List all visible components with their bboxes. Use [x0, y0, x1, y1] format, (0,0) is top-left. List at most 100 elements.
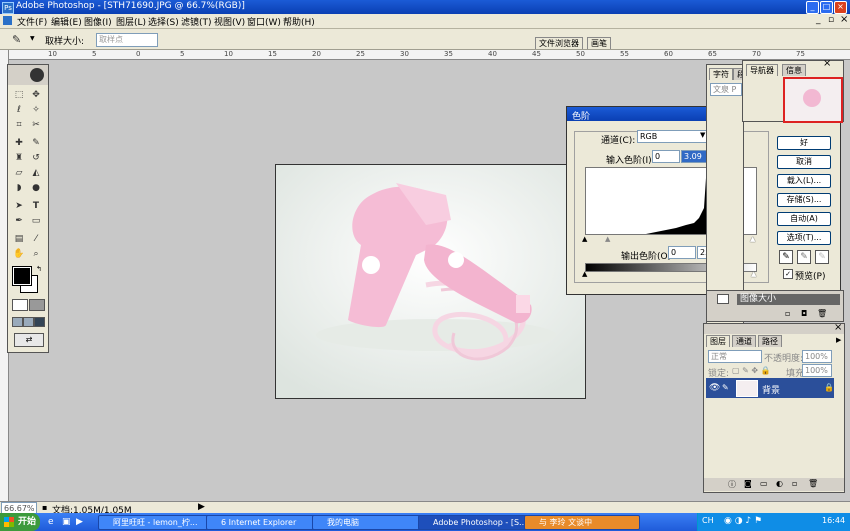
- slice-tool-icon[interactable]: ✂: [30, 119, 42, 131]
- gray-eyedropper-icon[interactable]: ✎: [797, 250, 811, 264]
- menu-filter[interactable]: 滤镜(T): [181, 15, 212, 28]
- gamma-slider[interactable]: ▲: [605, 235, 610, 243]
- channel-dropdown-icon[interactable]: ▼: [700, 131, 705, 139]
- magic-wand-tool-icon[interactable]: ✧: [30, 104, 42, 116]
- zoom-tool-icon[interactable]: ⌕: [30, 248, 42, 260]
- eyedropper-tool-icon[interactable]: ⁄: [30, 233, 42, 245]
- eraser-tool-icon[interactable]: ▱: [13, 167, 25, 179]
- standard-mode-icon[interactable]: [12, 299, 28, 311]
- notes-tool-icon[interactable]: ▤: [13, 233, 25, 245]
- menu-layer[interactable]: 图层(L): [116, 15, 146, 28]
- auto-button[interactable]: 自动(A): [777, 212, 831, 226]
- eyedropper-tool-preset-icon[interactable]: ✎: [12, 33, 21, 46]
- tab-channels[interactable]: 通道: [732, 335, 756, 347]
- close-button[interactable]: ×: [834, 1, 847, 14]
- history-brush-tool-icon[interactable]: ↺: [30, 152, 42, 164]
- task-internet-explorer[interactable]: 6 Internet Explorer: [206, 515, 322, 530]
- black-point-slider[interactable]: ▲: [582, 235, 587, 243]
- type-tool-icon[interactable]: T: [30, 200, 42, 212]
- task-chat[interactable]: 与 李玲 文谈中: [524, 515, 640, 530]
- jump-to-imageready-icon[interactable]: ⇄: [14, 333, 44, 347]
- blur-tool-icon[interactable]: ◗: [13, 182, 25, 194]
- pen-tool-icon[interactable]: ✒: [13, 215, 25, 227]
- navigator-close-icon[interactable]: ×: [823, 58, 831, 69]
- options-button[interactable]: 选项(T)...: [777, 231, 831, 245]
- tab-file-browser[interactable]: 文件浏览器: [535, 37, 583, 49]
- move-tool-icon[interactable]: ✥: [30, 89, 42, 101]
- white-eyedropper-icon[interactable]: ✎: [815, 250, 829, 264]
- menu-file[interactable]: 文件(F): [17, 15, 47, 28]
- brush-link-icon[interactable]: ✎: [722, 383, 729, 392]
- fill-field[interactable]: 100%: [802, 364, 832, 377]
- doc-minimize-button[interactable]: _: [816, 15, 821, 25]
- eye-icon[interactable]: 👁: [709, 383, 720, 393]
- tab-info[interactable]: 信息: [782, 64, 806, 76]
- paint-bucket-tool-icon[interactable]: ◭: [30, 167, 42, 179]
- crop-tool-icon[interactable]: ⌗: [13, 119, 25, 131]
- screen-mode-full-menu-icon[interactable]: [23, 317, 34, 327]
- sample-size-select[interactable]: 取样点: [96, 33, 158, 47]
- clone-stamp-tool-icon[interactable]: ♜: [13, 152, 25, 164]
- layer-mask-icon[interactable]: ◙: [744, 479, 752, 488]
- maximize-button[interactable]: □: [820, 1, 833, 14]
- menu-image[interactable]: 图像(I): [84, 15, 112, 28]
- tray-icons[interactable]: ◉ ◑ ♪ ⚑: [724, 516, 762, 526]
- history-delete-icon[interactable]: 🗑: [817, 309, 827, 318]
- history-new-doc-icon[interactable]: ▫: [785, 309, 790, 318]
- menu-edit[interactable]: 编辑(E): [51, 15, 82, 28]
- save-button[interactable]: 存储(S)...: [777, 193, 831, 207]
- doc-restore-button[interactable]: ▫: [828, 15, 834, 25]
- screen-mode-standard-icon[interactable]: [12, 317, 23, 327]
- layer-row-background[interactable]: 👁 ✎ 背景 🔒: [706, 378, 834, 398]
- swap-colors-icon[interactable]: ↰: [36, 265, 42, 273]
- blend-mode-select[interactable]: 正常: [708, 350, 762, 363]
- black-eyedropper-icon[interactable]: ✎: [779, 250, 793, 264]
- tab-brushes[interactable]: 画笔: [587, 37, 611, 49]
- quicklaunch-desktop-icon[interactable]: ▣: [62, 517, 71, 527]
- status-menu-arrow[interactable]: ▶: [198, 502, 205, 512]
- output-black-slider[interactable]: ▲: [582, 270, 587, 278]
- screen-mode-full-icon[interactable]: [34, 317, 45, 327]
- tab-paths[interactable]: 路径: [758, 335, 782, 347]
- path-selection-tool-icon[interactable]: ➤: [13, 200, 25, 212]
- input-level-gamma[interactable]: 3.09: [681, 150, 709, 163]
- tab-navigator[interactable]: 导航器: [746, 64, 778, 76]
- minimize-button[interactable]: _: [806, 1, 819, 14]
- preview-checkbox[interactable]: ✓: [783, 269, 793, 279]
- history-item[interactable]: 图像大小: [737, 294, 840, 305]
- output-level-black[interactable]: 0: [668, 246, 696, 259]
- task-photoshop[interactable]: Adobe Photoshop - [S...: [418, 515, 534, 530]
- hand-tool-icon[interactable]: ✋: [13, 248, 25, 260]
- doc-close-button[interactable]: ×: [840, 14, 848, 25]
- healing-brush-tool-icon[interactable]: ✚: [13, 137, 25, 149]
- cancel-button[interactable]: 取消: [777, 155, 831, 169]
- layer-set-icon[interactable]: ▭: [760, 479, 768, 488]
- navigator-thumbnail[interactable]: [783, 77, 843, 123]
- quicklaunch-ie-icon[interactable]: e: [48, 517, 54, 527]
- ime-icon[interactable]: CH: [702, 516, 714, 525]
- new-layer-icon[interactable]: ▫: [792, 479, 797, 488]
- menu-help[interactable]: 帮助(H): [283, 15, 315, 28]
- history-snapshot-icon[interactable]: ◘: [801, 309, 807, 318]
- menu-window[interactable]: 窗口(W): [247, 15, 281, 28]
- foreground-color-swatch[interactable]: [12, 266, 32, 286]
- font-family-field[interactable]: 文泉 P: [710, 83, 742, 96]
- chevron-down-icon[interactable]: ▼: [30, 35, 35, 42]
- menu-select[interactable]: 选择(S): [148, 15, 179, 28]
- white-point-slider[interactable]: ▲: [750, 235, 755, 243]
- tab-layers[interactable]: 图层: [706, 335, 730, 347]
- quick-mask-mode-icon[interactable]: [29, 299, 45, 311]
- document-canvas[interactable]: [275, 164, 586, 399]
- adjustment-layer-icon[interactable]: ◐: [776, 479, 783, 488]
- brush-tool-icon[interactable]: ✎: [30, 137, 42, 149]
- lasso-tool-icon[interactable]: ℓ: [13, 104, 25, 116]
- layers-close-icon[interactable]: ×: [834, 322, 842, 333]
- task-aliwangwang[interactable]: 阿里旺旺 - lemon_柠...: [98, 515, 216, 530]
- ok-button[interactable]: 好: [777, 136, 831, 150]
- adobe-online-icon[interactable]: [30, 68, 44, 82]
- load-button[interactable]: 载入(L)...: [777, 174, 831, 188]
- output-white-slider[interactable]: ▲: [751, 270, 756, 278]
- dodge-tool-icon[interactable]: ●: [30, 182, 42, 194]
- layer-style-icon[interactable]: ⓘ: [728, 479, 736, 490]
- quicklaunch-media-icon[interactable]: ▶: [76, 517, 83, 527]
